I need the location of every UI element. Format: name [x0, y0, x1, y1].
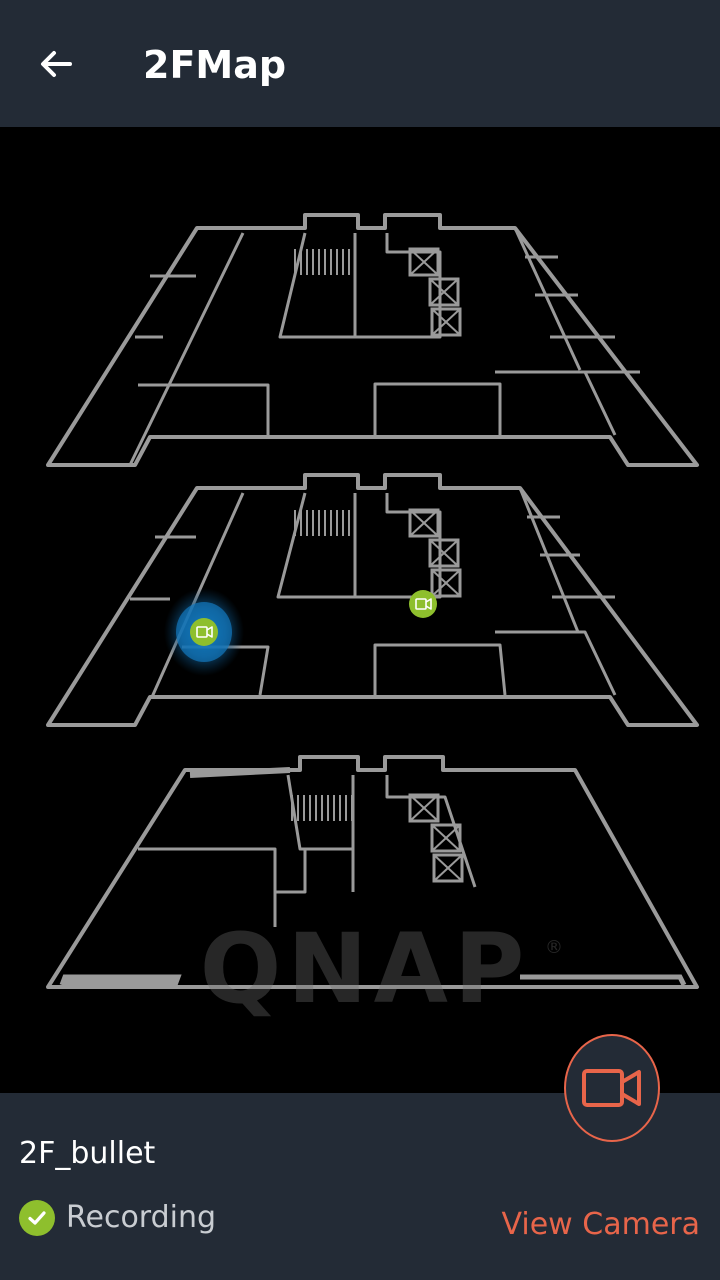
arrow-left-icon [41, 51, 72, 77]
app-header: 2FMap [0, 0, 720, 127]
floor-3f-plan[interactable] [46, 213, 699, 467]
camera-fab-button[interactable] [562, 1033, 662, 1143]
floor-2f-plan[interactable] [46, 473, 699, 727]
fab-ring [564, 1034, 660, 1142]
video-camera-icon [582, 1069, 641, 1107]
check-circle-icon [19, 1200, 55, 1236]
watermark-registered-mark: ® [545, 937, 563, 958]
camera-marker-selected[interactable] [164, 588, 244, 676]
watermark-text: QNAP [200, 913, 531, 1025]
camera-marker[interactable] [409, 590, 437, 618]
floor-map-canvas: QNAP ® [46, 213, 699, 1025]
status-text: Recording [66, 1200, 217, 1235]
qnap-watermark: QNAP ® [200, 913, 563, 1025]
page-title: 2FMap [143, 43, 287, 87]
back-button[interactable] [28, 36, 84, 92]
floor-map-view[interactable]: QNAP ® [0, 127, 720, 1093]
view-camera-button[interactable]: View Camera [502, 1205, 700, 1245]
camera-name: 2F_bullet [19, 1136, 156, 1171]
recording-status: Recording [19, 1196, 216, 1240]
